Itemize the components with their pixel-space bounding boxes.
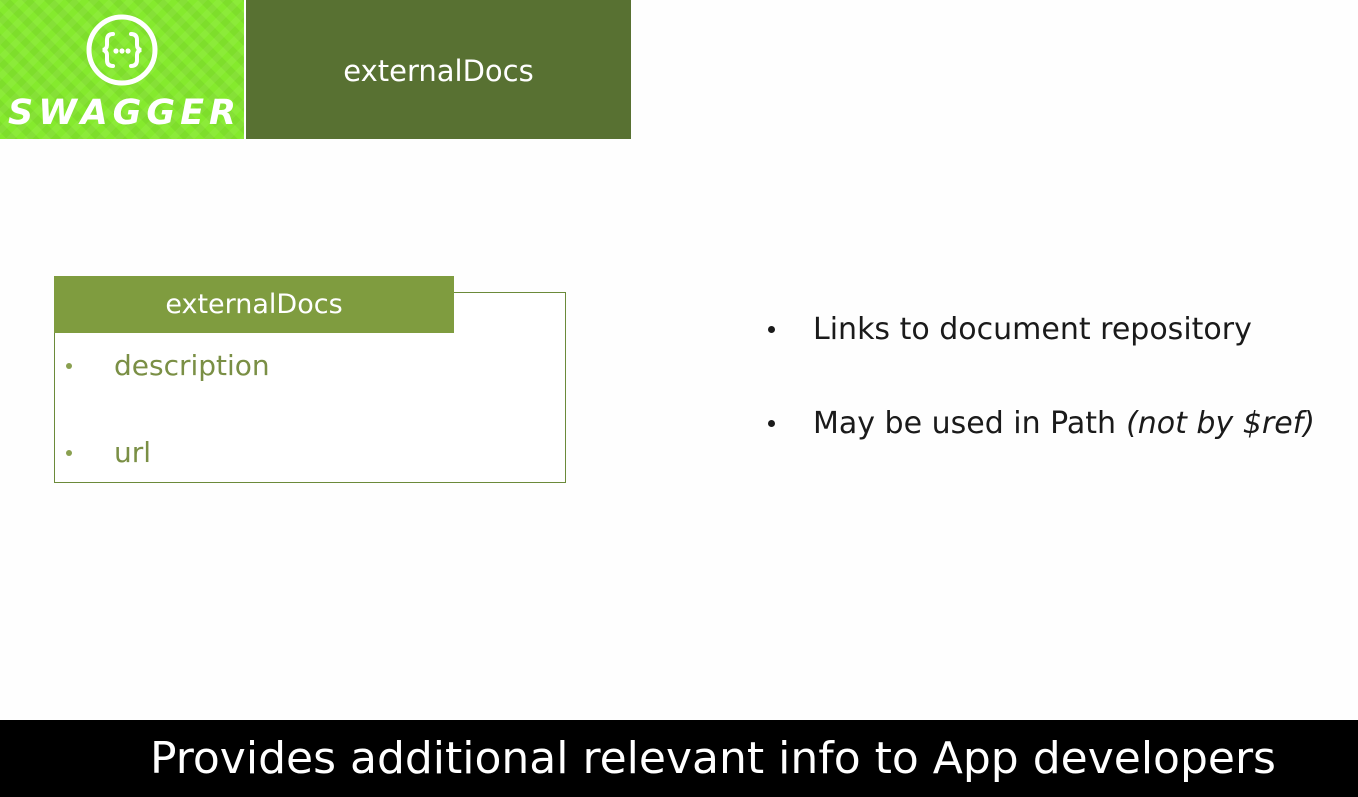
caption-bar: Provides additional relevant info to App… [0,720,1358,797]
object-box-header: externalDocs [54,276,454,333]
swagger-braces-icon [86,14,158,86]
bullet-dot [768,326,775,333]
swagger-logo: SWAGGER [0,0,244,139]
object-field-label: description [114,349,270,382]
slide: SWAGGER externalDocs externalDocs descri… [0,0,1358,797]
object-field-url: url [66,436,151,469]
bullet-text: May be used in Path [813,406,1117,441]
object-field-description: description [66,349,270,382]
bullet-dot [768,420,775,427]
bullet-item: Links to document repository [768,312,1252,347]
bullet-item: May be used in Path (not by $ref) [768,406,1315,441]
slide-title: externalDocs [343,53,534,88]
slide-title-bar: externalDocs [246,0,631,139]
caption-text: Provides additional relevant info to App… [150,733,1276,784]
bullet-dot [66,362,72,369]
bullet-text: Links to document repository [813,312,1252,347]
swagger-wordmark: SWAGGER [8,93,241,133]
object-box-title: externalDocs [165,289,343,320]
bullet-note: (not by $ref) [1126,406,1315,441]
object-field-label: url [114,436,152,469]
bullet-dot [66,449,72,456]
